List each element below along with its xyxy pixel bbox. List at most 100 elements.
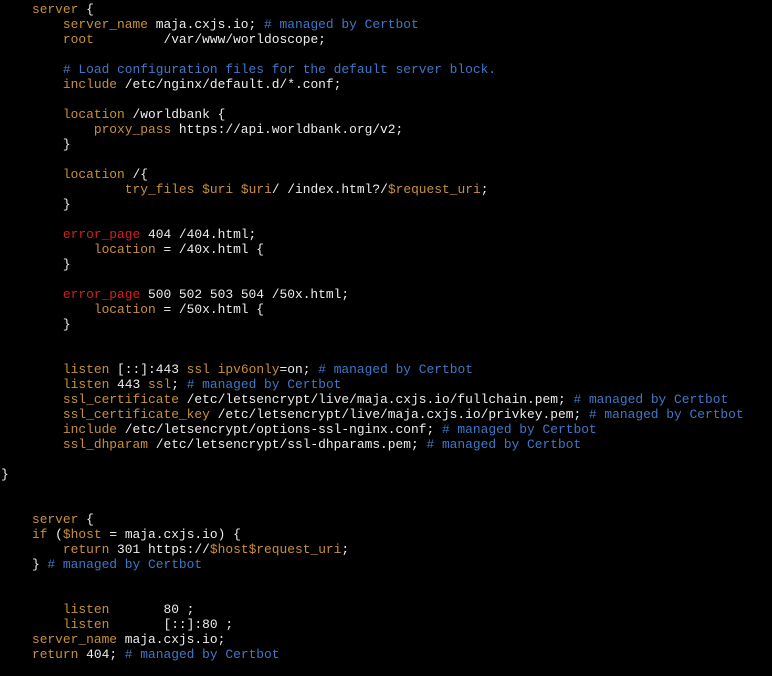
- code-text: 404;: [78, 647, 125, 662]
- comment: # managed by Certbot: [318, 362, 473, 377]
- directive-keyword: ssl_certificate: [62, 392, 179, 407]
- directive-keyword: ssl: [148, 377, 172, 392]
- code-text: {: [78, 2, 94, 17]
- code-text: }: [1, 317, 71, 332]
- code-text: 500 502 503 504 /50x.html;: [140, 287, 350, 302]
- code-line: listen [::]:80 ;: [1, 617, 744, 632]
- comment: # managed by Certbot: [573, 392, 729, 407]
- code-text: }: [1, 137, 71, 152]
- code-line: location /worldbank {: [1, 107, 744, 122]
- code-text: 301 https://: [109, 542, 210, 557]
- code-text: (: [47, 527, 63, 542]
- code-text: }: [1, 257, 71, 272]
- code-line: error_page 404 /404.html;: [1, 227, 744, 242]
- comment: # managed by Certbot: [426, 437, 582, 452]
- code-line: # Load configuration files for the defau…: [1, 62, 744, 77]
- variable: $request_uri: [387, 182, 481, 197]
- directive-keyword: location: [62, 167, 125, 182]
- code-line: location = /50x.html {: [1, 302, 744, 317]
- comment: # managed by Certbot: [124, 647, 280, 662]
- code-line: }: [1, 257, 744, 272]
- code-text: =on;: [279, 362, 319, 377]
- directive-keyword: server_name: [31, 632, 118, 647]
- directive-keyword: location: [93, 302, 156, 317]
- code-line: listen 443 ssl; # managed by Certbot: [1, 377, 744, 392]
- code-line: ssl_certificate_key /etc/letsencrypt/liv…: [1, 407, 744, 422]
- code-text: /etc/letsencrypt/options-ssl-nginx.conf;: [117, 422, 442, 437]
- directive-keyword: ssl_dhparam: [62, 437, 148, 452]
- code-text: 80 ;: [109, 602, 195, 617]
- error-directive: error_page: [62, 227, 141, 242]
- directive-keyword: server: [31, 2, 79, 17]
- code-text: = /50x.html {: [155, 302, 265, 317]
- directive-keyword: listen: [62, 602, 110, 617]
- code-line: server {: [1, 512, 744, 527]
- code-line: if ($host = maja.cxjs.io) {: [1, 527, 744, 542]
- comment: # managed by Certbot: [264, 17, 419, 32]
- code-text: /var/www/worldoscope;: [93, 32, 326, 47]
- code-text: /{: [124, 167, 148, 182]
- code-line: ssl_dhparam /etc/letsencrypt/ssl-dhparam…: [1, 437, 744, 452]
- directive-keyword: location: [62, 107, 125, 122]
- code-text: [::]:443: [109, 362, 187, 377]
- code-text: / /index.html?/: [271, 182, 388, 197]
- code-line: listen [::]:443 ssl ipv6only=on; # manag…: [1, 362, 744, 377]
- variable: $host: [62, 527, 102, 542]
- comment: # managed by Certbot: [441, 422, 597, 437]
- directive-keyword: listen: [62, 362, 110, 377]
- directive-keyword: return: [62, 542, 110, 557]
- directive-keyword: include: [62, 422, 118, 437]
- code-line: server_name maja.cxjs.io;: [1, 632, 744, 647]
- directive-keyword: ipv6only: [217, 362, 280, 377]
- code-text: maja.cxjs.io;: [147, 17, 265, 32]
- code-text: ;: [171, 377, 187, 392]
- code-line: location = /40x.html {: [1, 242, 744, 257]
- code-line: }: [1, 317, 744, 332]
- code-text: 443: [109, 377, 148, 392]
- directive-keyword: proxy_pass: [93, 122, 172, 137]
- code-line: }: [1, 137, 744, 152]
- code-text: = maja.cxjs.io) {: [101, 527, 241, 542]
- directive-keyword: listen: [62, 377, 110, 392]
- code-line: }: [1, 197, 744, 212]
- code-text: 404 /404.html;: [140, 227, 257, 242]
- code-line: return 404; # managed by Certbot: [1, 647, 744, 662]
- code-line: proxy_pass https://api.worldbank.org/v2;: [1, 122, 744, 137]
- code-line: root /var/www/worldoscope;: [1, 32, 744, 47]
- directive-keyword: ssl: [186, 362, 210, 377]
- terminal-window[interactable]: server { server_name maja.cxjs.io; # man…: [0, 0, 772, 676]
- code-line: return 301 https://$host$request_uri;: [1, 542, 744, 557]
- code-line: include /etc/nginx/default.d/*.conf;: [1, 77, 744, 92]
- comment: # managed by Certbot: [588, 407, 744, 422]
- code-text: [::]:80 ;: [109, 617, 234, 632]
- code-text: /etc/letsencrypt/live/maja.cxjs.io/privk…: [209, 407, 589, 422]
- directive-keyword: ssl_certificate_key: [62, 407, 210, 422]
- comment: # Load configuration files for the defau…: [62, 62, 497, 77]
